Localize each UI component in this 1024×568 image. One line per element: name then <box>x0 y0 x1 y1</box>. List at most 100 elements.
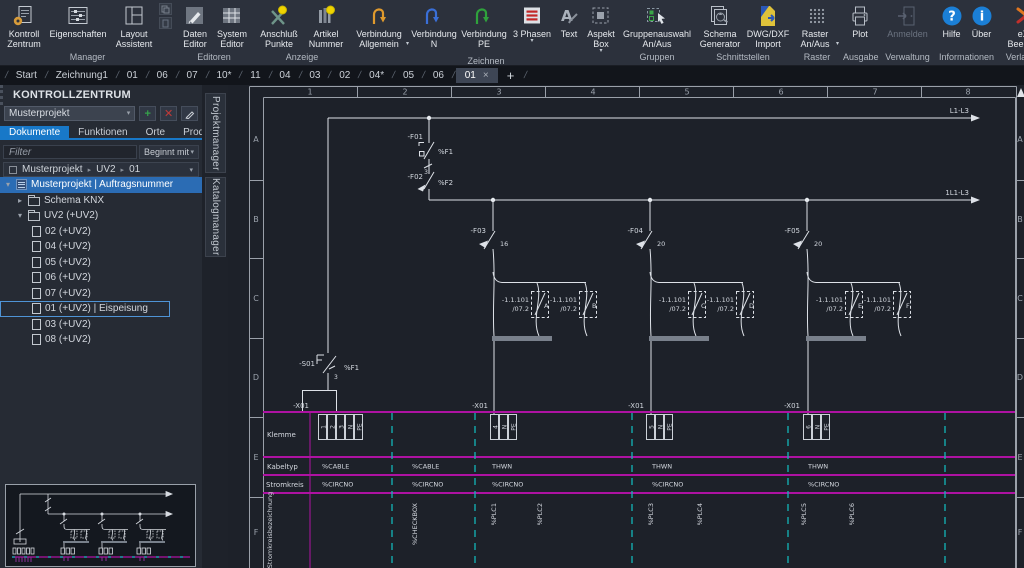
feeder-f04[interactable]: -F04 20 -1.1.101 /07.2 C -1.1.101 /07.2 … <box>628 200 754 414</box>
terminal-group-1[interactable]: -X01 1 2 3 N PE <box>293 402 363 440</box>
drei-phasen-button[interactable]: 3 Phasen ▾ <box>509 1 555 44</box>
doc-tab[interactable]: 10* <box>209 68 238 83</box>
doc-tab[interactable]: 04* <box>362 68 391 83</box>
schema-generator-button[interactable]: Schema Generator <box>695 1 745 49</box>
layout-assistent-button[interactable]: Layout Assistent <box>110 1 158 49</box>
tab-orte[interactable]: Orte <box>137 126 174 138</box>
svg-text:6: 6 <box>778 88 783 97</box>
hilfe-button[interactable]: ? Hilfe <box>937 1 967 39</box>
tab-dokumente[interactable]: Dokumente <box>0 126 69 138</box>
plot-button[interactable]: Plot <box>843 1 877 39</box>
folder-icon <box>28 197 40 206</box>
doc-tab[interactable]: 06 <box>426 68 451 83</box>
artikel-nummer-button[interactable]: Artikel Nummer <box>303 1 349 49</box>
svg-text:F: F <box>906 302 910 310</box>
tree-doc-item[interactable]: 03 (+UV2) <box>0 317 202 333</box>
eigenschaften-button[interactable]: Eigenschaften <box>46 1 110 39</box>
match-mode-select[interactable]: Beginnt mit▾ <box>139 145 199 159</box>
doc-tab[interactable]: 04 <box>272 68 297 83</box>
tab-funktionen[interactable]: Funktionen <box>69 126 136 138</box>
svg-text:%PLC3: %PLC3 <box>647 503 655 525</box>
ruler-labels: 12345678 ABCDEF ABCDEF <box>253 88 1023 538</box>
tree-doc-item[interactable]: 04 (+UV2) <box>0 239 202 255</box>
aspekt-box-button[interactable]: Aspekt Box ▾ <box>583 1 619 54</box>
tree-folder-uv2[interactable]: ▾ UV2 (+UV2) <box>0 208 202 224</box>
breadcrumb-item[interactable]: Musterprojekt <box>22 164 83 175</box>
doc-tab-start[interactable]: Start <box>9 68 44 83</box>
dwg-dxf-import-button[interactable]: DWG/DXF Import <box>745 1 791 49</box>
doc-tab[interactable]: 01 <box>120 68 145 83</box>
delete-project-button[interactable]: ✕ <box>160 106 177 121</box>
ueber-button[interactable]: i Über <box>967 1 997 39</box>
filter-input[interactable] <box>3 145 137 159</box>
breadcrumb-checkbox[interactable] <box>9 166 17 174</box>
doc-tab[interactable]: 06 <box>150 68 175 83</box>
mini-page-copy-button[interactable] <box>159 3 172 15</box>
doc-tab[interactable]: 02 <box>332 68 357 83</box>
text-button[interactable]: A Text <box>555 1 583 39</box>
kontroll-zentrum-button[interactable]: Kontroll Zentrum <box>2 1 46 49</box>
verbindung-pe-button[interactable]: Verbindung PE <box>459 1 509 49</box>
breadcrumb-item[interactable]: UV2 <box>96 164 115 175</box>
tree-doc-item[interactable]: 02 (+UV2) <box>0 224 202 240</box>
doc-tab[interactable]: 07 <box>180 68 205 83</box>
svg-text:/07.2: /07.2 <box>669 305 686 313</box>
panel-title: KONTROLLZENTRUM <box>0 85 202 105</box>
verbindung-allgemein-button[interactable]: Verbindung Allgemein▾ <box>353 1 409 49</box>
daten-editor-button[interactable]: Daten Editor <box>177 1 213 49</box>
verbindung-n-button[interactable]: Verbindung N <box>409 1 459 49</box>
svg-text:-1.1.101: -1.1.101 <box>502 296 529 304</box>
doc-tab-zeichnung1[interactable]: Zeichnung1 <box>49 68 115 83</box>
svg-text:E: E <box>1017 453 1022 462</box>
doc-tab[interactable]: 11 <box>243 68 267 83</box>
preview-schematic <box>6 485 195 566</box>
doc-tab-active[interactable]: 01× <box>456 68 498 83</box>
add-project-button[interactable]: + <box>139 106 156 121</box>
feeder-f05[interactable]: -F05 20 -1.1.101 /07.2 E -1.1.101 /07.2 … <box>785 200 911 414</box>
expander-icon[interactable]: ▾ <box>4 180 12 189</box>
anschluss-punkte-button[interactable]: Anschluß Punkte <box>255 1 303 49</box>
tab-projektmanager[interactable]: Projektmanager <box>205 93 226 173</box>
group-label-verlassen: Verlassen <box>1001 50 1024 65</box>
raster-an-aus-button[interactable]: Raster An/Aus▾ <box>795 1 839 49</box>
tree-doc-item[interactable]: 08 (+UV2) <box>0 332 202 348</box>
tab-katalogmanager[interactable]: Katalogmanager <box>205 177 226 257</box>
exs-beenden-button[interactable]: eXs Beenden <box>1001 1 1024 49</box>
terminal-group-4[interactable]: -X01 6 N PE <box>784 402 830 440</box>
svg-text:%F2: %F2 <box>438 179 453 187</box>
project-select[interactable]: Musterprojekt▾ <box>4 106 135 121</box>
tree-folder-schema-knx[interactable]: ▸ Schema KNX <box>0 193 202 209</box>
dropdown-caret: ▾ <box>530 39 533 44</box>
dropdown-caret: ▾ <box>835 40 839 49</box>
tree-doc-item[interactable]: 06 (+UV2) <box>0 270 202 286</box>
gruppenauswahl-button[interactable]: Gruppenauswahl An/Aus <box>623 1 691 49</box>
doc-tab[interactable]: 03 <box>302 68 327 83</box>
expander-icon[interactable]: ▸ <box>16 196 24 205</box>
svg-text:N: N <box>815 425 822 430</box>
breadcrumb-item[interactable]: 01 <box>129 164 140 175</box>
expander-icon[interactable]: ▾ <box>16 211 24 220</box>
tree-doc-item[interactable]: 05 (+UV2) <box>0 255 202 271</box>
tree-root-item[interactable]: ▾ Musterprojekt | Auftragsnummer <box>0 177 202 193</box>
system-editor-button[interactable]: System Editor <box>213 1 251 49</box>
feeder-f03[interactable]: -F03 16 -1.1.101 /07.2 A -1.1.101 /07.2 … <box>471 200 597 414</box>
mini-page-button[interactable] <box>159 17 172 29</box>
edit-project-button[interactable] <box>181 106 198 121</box>
close-tab-icon[interactable]: × <box>483 70 489 81</box>
svg-text:/07.2: /07.2 <box>826 305 843 313</box>
add-tab-button[interactable]: + <box>498 68 524 83</box>
svg-text:-F05: -F05 <box>785 227 800 235</box>
drawing-canvas[interactable]: 12345678 ABCDEF ABCDEF L1-L3 1L1-L3 <box>228 85 1024 568</box>
table-grid <box>263 412 1015 568</box>
svg-text:Kabeltyp: Kabeltyp <box>267 463 298 471</box>
tree-doc-item-active[interactable]: 01 (+UV2) | Eispeisung <box>0 301 170 317</box>
terminal-group-2[interactable]: -X01 4 N PE <box>472 402 517 440</box>
document-icon <box>32 319 41 330</box>
tree-doc-item[interactable]: 07 (+UV2) <box>0 286 202 302</box>
svg-text:F: F <box>1018 528 1023 537</box>
drawing-preview-thumbnail[interactable] <box>5 484 196 567</box>
breaker-f01[interactable]: -F01 %F1 3 <box>408 118 454 176</box>
svg-text:N: N <box>658 425 665 430</box>
doc-tab[interactable]: 05 <box>396 68 421 83</box>
svg-text:3: 3 <box>496 88 501 97</box>
